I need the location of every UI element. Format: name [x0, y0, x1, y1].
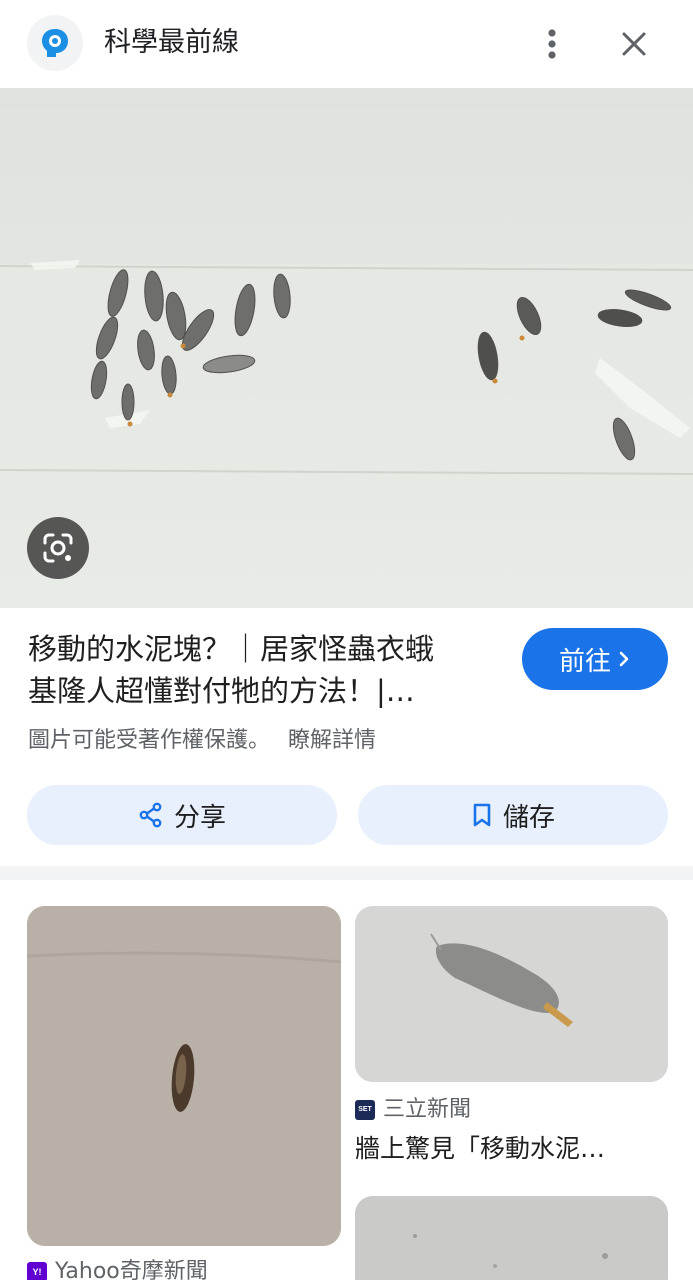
related-title-2[interactable]: 牆上驚見「移動水泥… [355, 1132, 668, 1166]
bookmark-icon [473, 803, 491, 827]
chevron-right-icon [619, 651, 629, 667]
related-image-2[interactable] [355, 906, 668, 1082]
visit-button[interactable]: 前往 [522, 628, 668, 690]
set-news-favicon-icon: SET [355, 1100, 375, 1120]
header-bar: 科學最前線 [0, 0, 693, 88]
share-label: 分享 [173, 802, 226, 833]
more-options-button[interactable] [532, 24, 572, 64]
related-photo-2 [355, 906, 668, 1082]
moth-cases-photo [0, 88, 693, 608]
result-title[interactable]: 移動的水泥塊？｜居家怪蟲衣蛾 基隆人超懂對付牠的方法！|… [28, 628, 508, 712]
related-source-2[interactable]: SET 三立新聞 [355, 1096, 471, 1124]
result-title-line2: 基隆人超懂對付牠的方法！|… [28, 674, 415, 708]
section-divider [0, 866, 693, 880]
related-image-3[interactable] [355, 1196, 668, 1280]
visit-label: 前往 [558, 646, 611, 677]
related-source-name-2: 三立新聞 [383, 1097, 472, 1122]
close-icon [622, 32, 646, 56]
result-title-line1: 移動的水泥塊？｜居家怪蟲衣蛾 [28, 632, 435, 666]
source-logo-icon [42, 29, 68, 57]
related-photo-3 [355, 1196, 668, 1280]
source-avatar[interactable] [27, 15, 83, 71]
related-photo-1 [27, 906, 341, 1246]
source-title[interactable]: 科學最前線 [104, 24, 239, 62]
google-lens-icon [43, 533, 73, 563]
lens-search-button[interactable] [27, 517, 89, 579]
more-vert-icon [548, 29, 556, 59]
copyright-notice: 圖片可能受著作權保護。 瞭解詳情 [28, 726, 376, 756]
copyright-text: 圖片可能受著作權保護。 [28, 728, 271, 753]
related-source-name-1: Yahoo奇摩新聞 [55, 1259, 208, 1280]
save-button[interactable]: 儲存 [358, 785, 668, 845]
yahoo-favicon-icon: Y! [27, 1262, 47, 1280]
related-source-1[interactable]: Y! Yahoo奇摩新聞 [27, 1258, 208, 1280]
close-button[interactable] [614, 24, 654, 64]
save-label: 儲存 [502, 802, 555, 833]
related-image-1[interactable] [27, 906, 341, 1246]
share-button[interactable]: 分享 [27, 785, 337, 845]
main-image[interactable] [0, 88, 693, 608]
learn-more-link[interactable]: 瞭解詳情 [288, 728, 376, 753]
share-icon [139, 802, 162, 828]
